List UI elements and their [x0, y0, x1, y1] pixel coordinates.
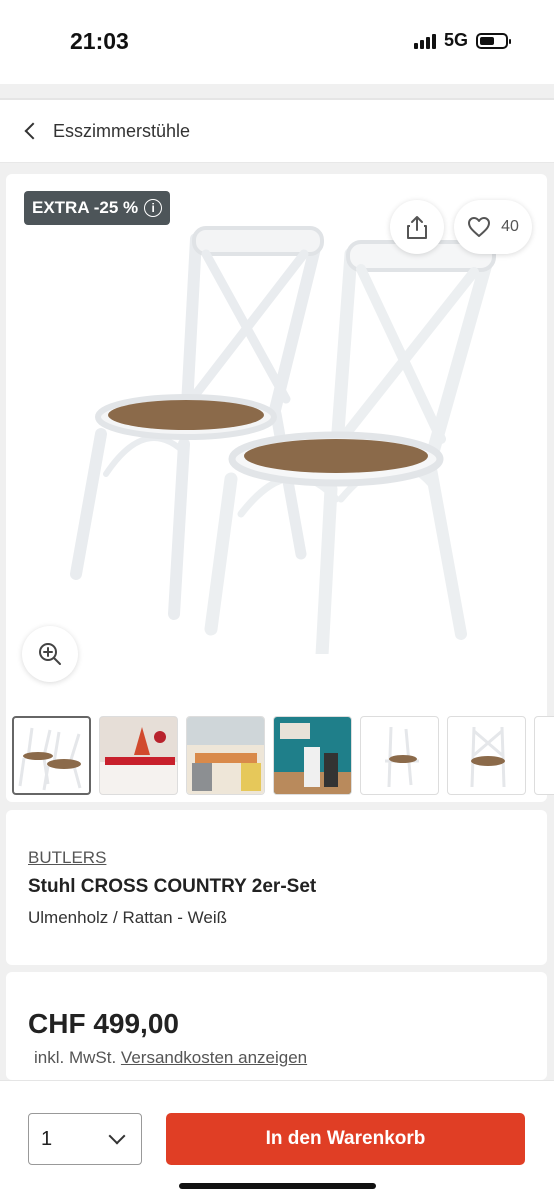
thumbnail-6[interactable]: [447, 716, 526, 795]
thumbnail-5[interactable]: [360, 716, 439, 795]
add-to-cart-button[interactable]: In den Warenkorb: [166, 1113, 525, 1165]
thumbnail-image: [187, 717, 264, 794]
price-card: CHF 499,00 inkl. MwSt. Versandkosten anz…: [6, 972, 547, 1080]
product-title: Stuhl CROSS COUNTRY 2er-Set: [28, 876, 317, 897]
thumbnail-image: [385, 726, 419, 788]
back-navigation[interactable]: Esszimmerstühle: [0, 100, 554, 163]
tax-note: inkl. MwSt. Versandkosten anzeigen: [34, 1048, 307, 1068]
thumbnail-3[interactable]: [186, 716, 265, 795]
tax-prefix: inkl. MwSt.: [34, 1048, 117, 1067]
home-indicator: [179, 1183, 376, 1189]
back-link-label[interactable]: Esszimmerstühle: [53, 121, 190, 142]
shipping-costs-link[interactable]: Versandkosten anzeigen: [121, 1048, 307, 1067]
battery-icon: [476, 32, 511, 49]
quantity-select[interactable]: 1: [28, 1113, 142, 1165]
product-price: CHF 499,00: [28, 1008, 179, 1039]
thumbnail-4[interactable]: [273, 716, 352, 795]
purchase-bar: 1 In den Warenkorb: [0, 1080, 554, 1201]
thumbnail-image: [100, 717, 177, 794]
status-time: 21:03: [70, 28, 129, 54]
product-image-card: EXTRA -25 % i 40: [6, 174, 547, 802]
zoom-button[interactable]: [22, 626, 78, 682]
thumbnail-7[interactable]: [534, 716, 554, 795]
thumbnail-image: [18, 727, 82, 791]
zoom-in-icon: [39, 643, 61, 665]
wishlist-button[interactable]: 40: [454, 200, 532, 254]
quantity-value: 1: [41, 1127, 53, 1150]
info-icon[interactable]: i: [144, 199, 163, 217]
thumbnail-image: [274, 717, 351, 794]
thumbnail-1[interactable]: [12, 716, 91, 795]
thumbnail-strip[interactable]: [6, 716, 554, 798]
status-bar: 21:03 5G: [0, 0, 554, 84]
network-type: 5G: [443, 30, 468, 50]
status-indicators: 5G: [413, 30, 511, 51]
wishlist-count: 40: [501, 218, 519, 235]
share-icon: [407, 216, 427, 239]
share-button[interactable]: [390, 200, 444, 254]
signal-icon: [413, 33, 436, 49]
discount-badge-label: EXTRA -25 %: [32, 198, 139, 217]
chevron-down-icon: [108, 1127, 126, 1145]
product-variant: Ulmenholz / Rattan - Weiß: [28, 908, 228, 927]
thumbnail-image: [470, 726, 506, 788]
heart-icon: [468, 217, 491, 237]
product-info-card: BUTLERS Stuhl CROSS COUNTRY 2er-Set Ulme…: [6, 810, 547, 965]
product-image[interactable]: [46, 214, 506, 654]
thumbnail-2[interactable]: [99, 716, 178, 795]
discount-badge[interactable]: EXTRA -25 % i: [24, 191, 171, 225]
brand-link[interactable]: BUTLERS: [28, 848, 106, 868]
chevron-left-icon[interactable]: [24, 122, 42, 140]
